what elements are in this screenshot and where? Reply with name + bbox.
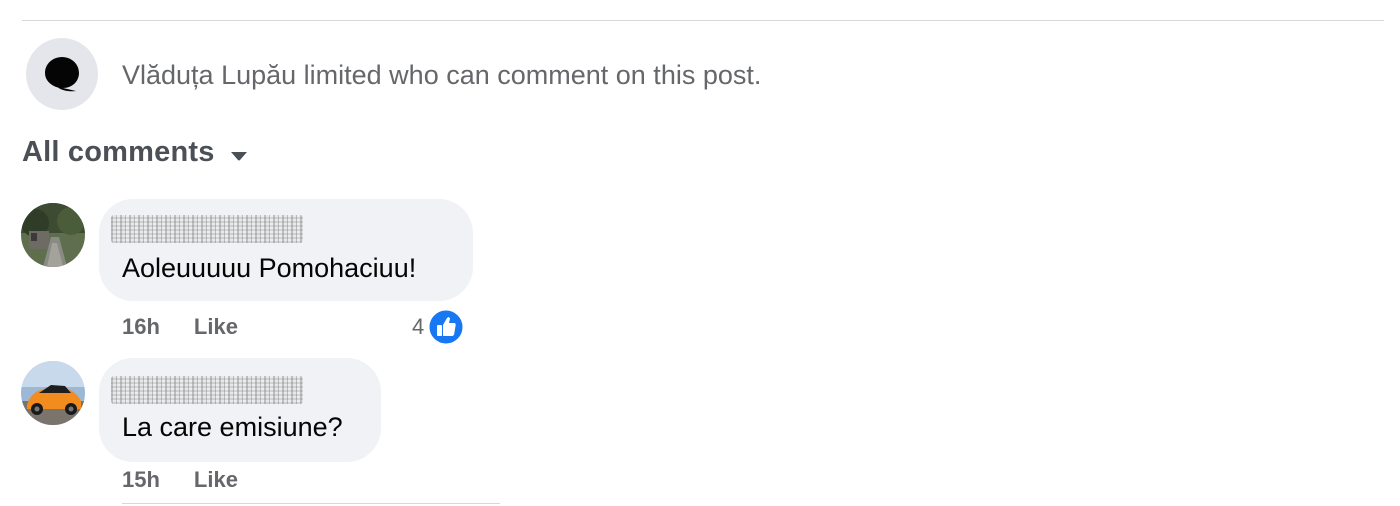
bottom-divider (122, 503, 500, 504)
comment-text: Aoleuuuuu Pomohaciuu! (122, 253, 417, 283)
commenter-avatar[interactable] (21, 361, 85, 425)
comment-timestamp[interactable]: 15h (122, 467, 160, 493)
comment-timestamp[interactable]: 16h (122, 314, 160, 340)
top-divider (22, 20, 1384, 21)
like-reaction-icon (428, 309, 464, 345)
comment-bubble: La care emisiune? (99, 358, 381, 462)
avatar-image (21, 203, 85, 267)
notice-icon-container (26, 38, 98, 110)
comment-reactions[interactable]: 4 (412, 309, 464, 345)
commenter-avatar[interactable] (21, 203, 85, 267)
comment-text: La care emisiune? (122, 412, 343, 442)
comment-bubble: Aoleuuuuu Pomohaciuu! (99, 199, 473, 301)
comment-author-name[interactable] (111, 215, 303, 243)
comment-actions: 16h Like (122, 314, 238, 340)
comment-actions: 15h Like (122, 467, 238, 493)
like-button[interactable]: Like (194, 314, 238, 340)
comment-filter-label: All comments (22, 136, 215, 168)
avatar-image (21, 361, 85, 425)
comment-author-name[interactable] (111, 376, 303, 404)
caret-down-icon (230, 151, 247, 160)
comment-restricted-icon (45, 57, 79, 92)
comment-restriction-notice: Vlăduța Lupău limited who can comment on… (122, 60, 762, 90)
like-button[interactable]: Like (194, 467, 238, 493)
comment-filter-dropdown[interactable]: All comments (22, 136, 249, 169)
reaction-count: 4 (412, 314, 425, 339)
